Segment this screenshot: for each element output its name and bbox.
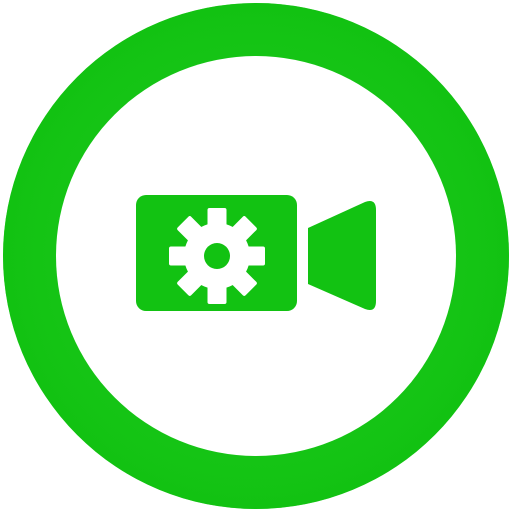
gear-icon — [169, 208, 265, 304]
video-settings-icon — [3, 3, 509, 509]
app-icon-canvas — [0, 0, 512, 512]
gear-hole — [204, 243, 230, 269]
